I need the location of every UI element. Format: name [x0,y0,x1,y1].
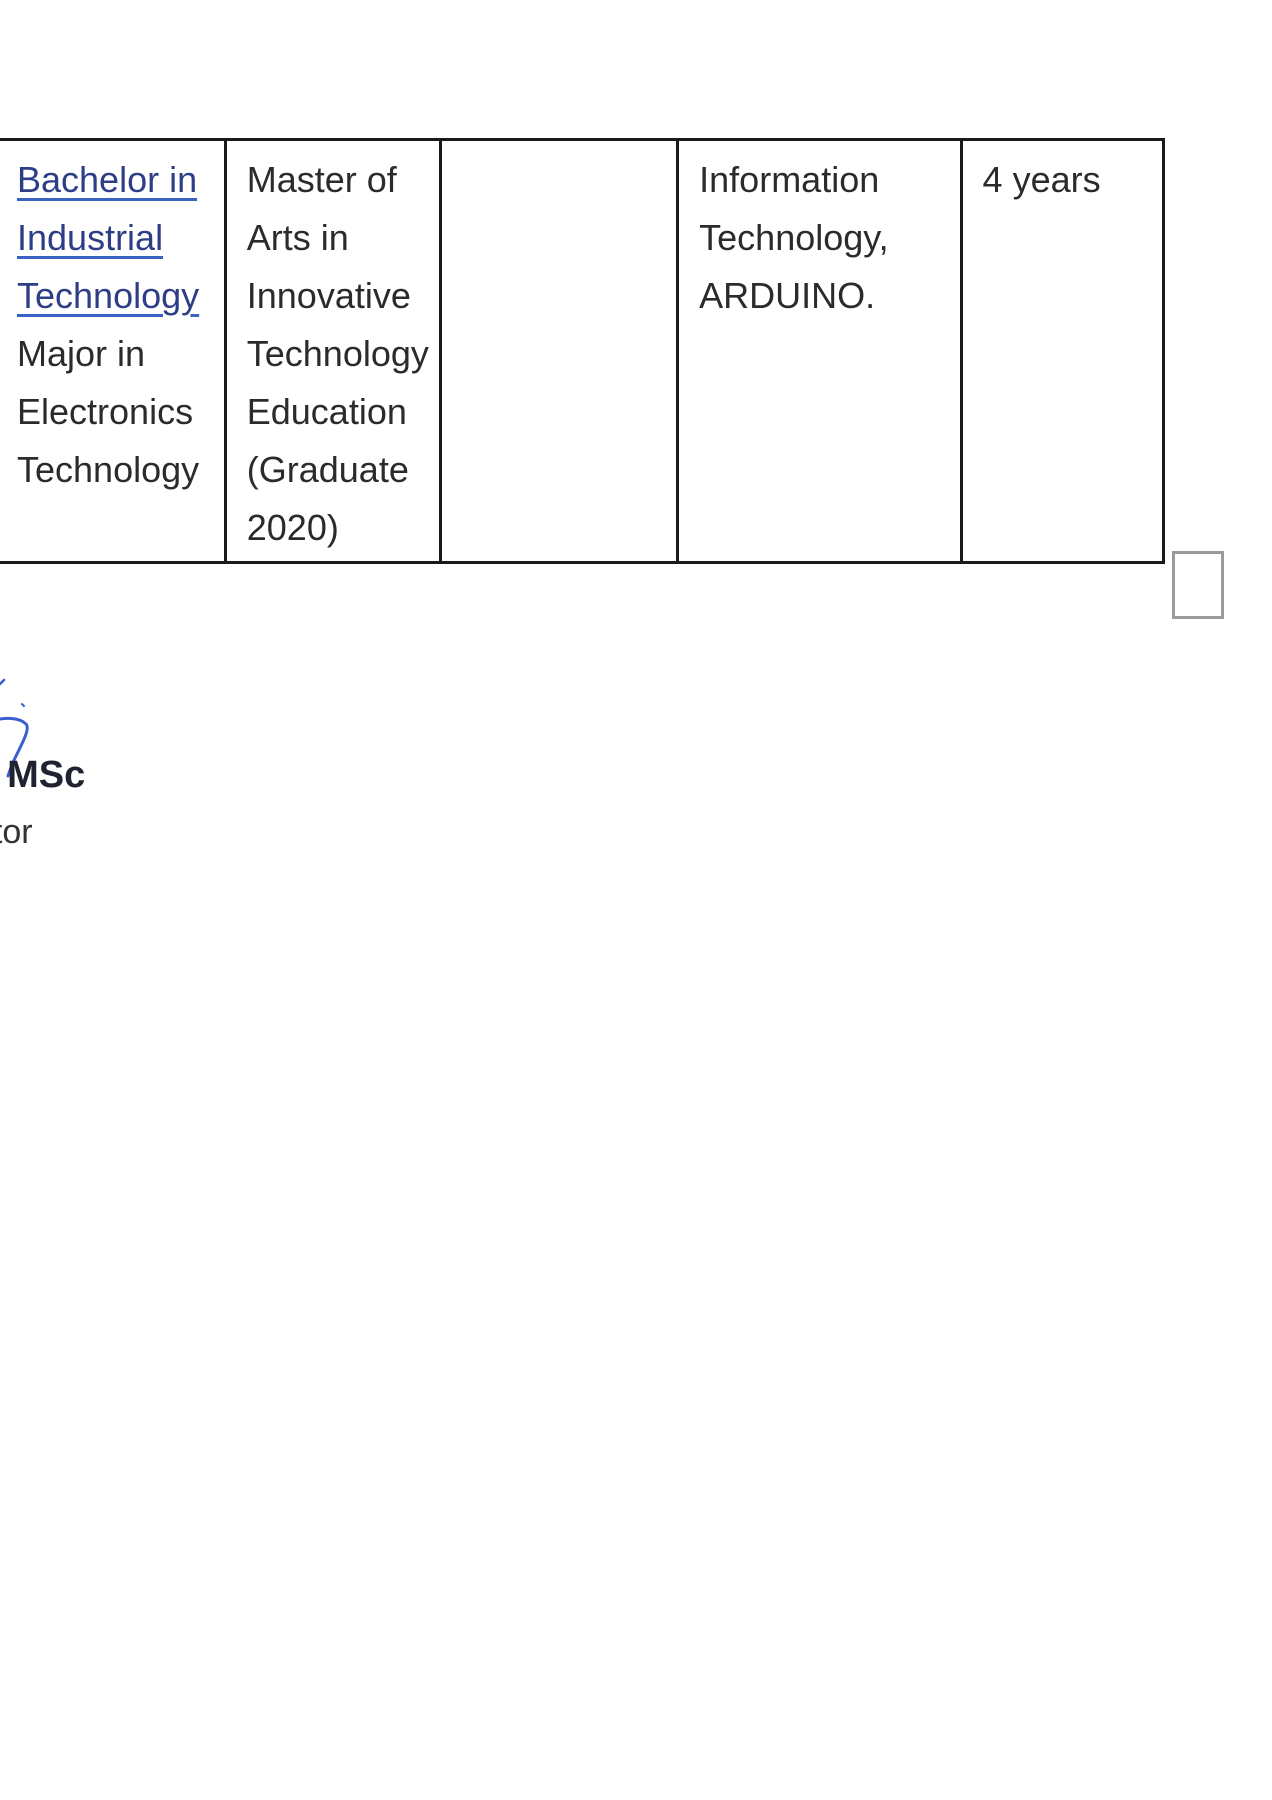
field-line-3: ARDUINO. [699,275,876,316]
field-line-1: Information [699,159,880,200]
signatory-name: , MSc [0,754,86,796]
duration-cell: 4 years [959,138,1166,564]
master-degree-cell: Master of Arts in Innovative Technology … [223,138,443,564]
qualifications-table: Bachelor in Industrial Technology Major … [0,138,1166,564]
bachelor-degree-cell: Bachelor in Industrial Technology Major … [0,138,227,564]
field-of-study-cell: Information Technology, ARDUINO. [676,138,963,564]
signatory-title: ator [0,813,33,851]
bachelor-link-line-2[interactable]: Industrial [17,209,204,267]
master-line-2: Arts in [246,217,349,258]
bachelor-link-line-1[interactable]: Bachelor in [17,151,204,209]
master-line-1: Master of [246,159,397,200]
bachelor-major-line-2: Electronics [17,391,194,432]
bachelor-major-line-3: Technology [17,449,200,490]
bachelor-major-line-1: Major in [17,333,146,374]
field-line-2: Technology, [699,217,889,258]
empty-cell [439,138,680,564]
table-row: Bachelor in Industrial Technology Major … [0,138,1166,564]
master-line-3: Innovative [246,275,411,316]
master-line-6: (Graduate [246,449,409,490]
master-line-7: 2020) [246,507,339,548]
master-line-4: Technology [246,333,429,374]
empty-checkbox[interactable] [1172,551,1224,619]
bachelor-link-line-3[interactable]: Technology [17,267,204,325]
master-line-5: Education [246,391,407,432]
